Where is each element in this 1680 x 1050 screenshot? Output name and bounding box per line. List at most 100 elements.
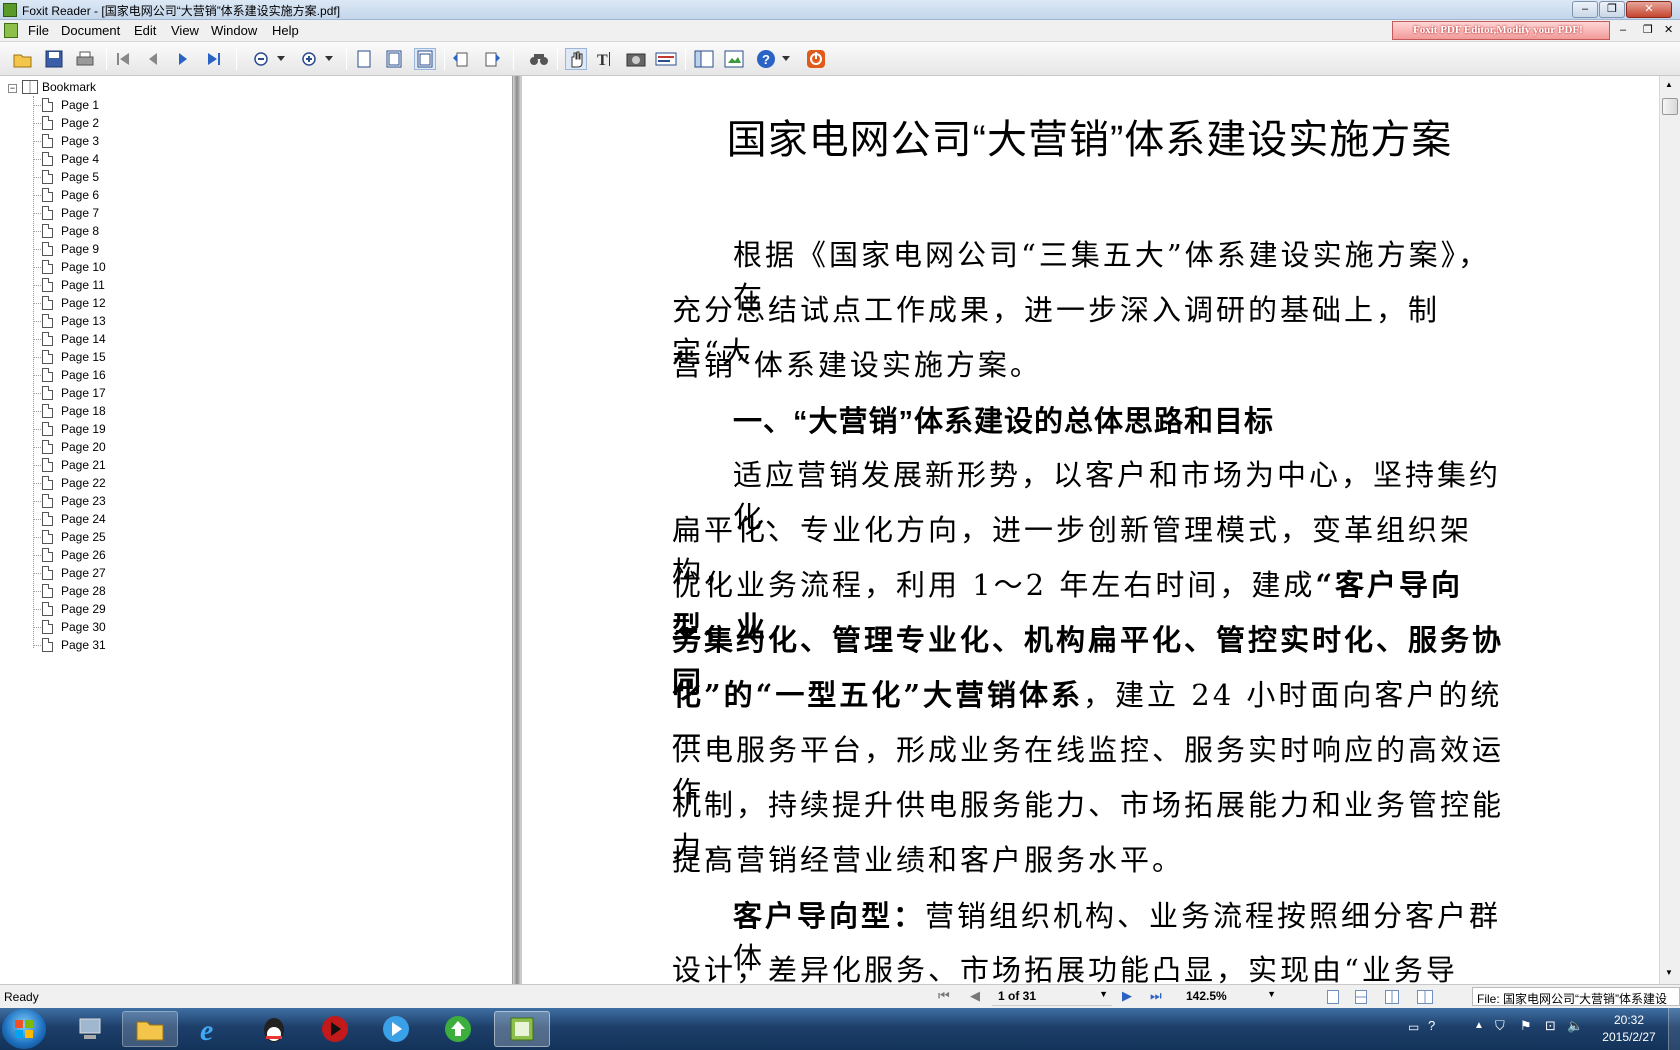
close-button[interactable]: ✕	[1626, 1, 1672, 18]
snapshot-icon[interactable]	[625, 48, 647, 70]
bookmark-item[interactable]: Page 12	[33, 294, 106, 312]
tray-lan-icon[interactable]: ⊡	[1545, 1018, 1556, 1034]
vertical-scrollbar[interactable]: ▲ ▼	[1659, 76, 1680, 984]
zoom-field[interactable]: 142.5% ▼	[1180, 987, 1280, 1006]
clock[interactable]: 20:32 2015/2/27	[1594, 1012, 1664, 1046]
bookmark-item[interactable]: Page 7	[33, 204, 99, 222]
page-number-field[interactable]: 1 of 31 ▼	[992, 987, 1112, 1006]
bookmark-item[interactable]: Page 29	[33, 600, 106, 618]
scroll-down-arrow-icon[interactable]: ▼	[1665, 968, 1673, 977]
bookmark-item[interactable]: Page 5	[33, 168, 99, 186]
print-icon[interactable]	[74, 48, 96, 70]
zoom-in-dropdown-icon[interactable]	[323, 48, 335, 70]
bookmark-item[interactable]: Page 27	[33, 564, 106, 582]
page-dropdown-icon[interactable]: ▼	[1099, 989, 1108, 999]
bookmark-item[interactable]: Page 24	[33, 510, 106, 528]
scroll-up-arrow-icon[interactable]: ▲	[1665, 80, 1673, 89]
find-icon[interactable]	[528, 48, 550, 70]
bookmark-item[interactable]: Page 3	[33, 132, 99, 150]
mdi-min-button[interactable]: ‒	[1620, 24, 1626, 36]
mdi-close-button[interactable]: ✕	[1664, 23, 1673, 36]
ad-banner[interactable]: Foxit PDF Editor,Modify your PDF!	[1392, 21, 1610, 40]
bookmark-item[interactable]: Page 25	[33, 528, 106, 546]
maximize-button[interactable]: ❐	[1599, 1, 1625, 18]
status-first-page-icon[interactable]: ⏮	[938, 988, 950, 1004]
typewriter-icon[interactable]	[655, 48, 677, 70]
status-last-page-icon[interactable]: ⏭	[1150, 988, 1162, 1004]
bookmark-item[interactable]: Page 26	[33, 546, 106, 564]
tray-help-icon[interactable]: ?	[1428, 1018, 1435, 1033]
status-prev-page-icon[interactable]: ◀	[970, 988, 980, 1004]
bookmark-item[interactable]: Page 28	[33, 582, 106, 600]
bookmark-item[interactable]: Page 19	[33, 420, 106, 438]
bookmark-item[interactable]: Page 10	[33, 258, 106, 276]
menu-view[interactable]: View	[171, 23, 199, 38]
thumbnail-icon[interactable]	[723, 48, 745, 70]
bookmark-item[interactable]: Page 13	[33, 312, 106, 330]
bookmarks-panel-icon[interactable]	[693, 48, 715, 70]
facing-view-icon[interactable]	[1385, 990, 1399, 1004]
bookmark-item[interactable]: Page 18	[33, 402, 106, 420]
bookmark-item[interactable]: Page 6	[33, 186, 99, 204]
scroll-thumb[interactable]	[1662, 98, 1678, 115]
bookmark-root[interactable]: Bookmark	[22, 80, 96, 94]
taskbar-foxit-icon[interactable]	[494, 1011, 550, 1047]
taskbar-ie-icon[interactable]: e	[184, 1011, 240, 1047]
taskbar-explorer-icon[interactable]	[122, 1011, 178, 1047]
bookmark-item[interactable]: Page 30	[33, 618, 106, 636]
next-page-icon[interactable]	[172, 48, 194, 70]
minimize-button[interactable]: ‒	[1572, 1, 1598, 18]
cont-facing-view-icon[interactable]	[1417, 990, 1433, 1004]
continuous-view-icon[interactable]	[1355, 990, 1367, 1004]
tray-expand-icon[interactable]: ▲	[1474, 1020, 1484, 1031]
bookmark-item[interactable]: Page 11	[33, 276, 105, 294]
bookmark-item[interactable]: Page 9	[33, 240, 99, 258]
rotate-right-icon[interactable]	[481, 48, 503, 70]
bookmark-item[interactable]: Page 8	[33, 222, 99, 240]
taskbar-qq-icon[interactable]	[246, 1011, 302, 1047]
start-button[interactable]	[2, 1009, 46, 1049]
bookmark-item[interactable]: Page 21	[33, 456, 106, 474]
last-page-icon[interactable]	[203, 48, 225, 70]
pane-splitter[interactable]	[513, 76, 521, 984]
single-page-icon[interactable]	[353, 48, 375, 70]
help-icon[interactable]: ?	[755, 48, 777, 70]
bookmark-item[interactable]: Page 23	[33, 492, 106, 510]
bookmark-item[interactable]: Page 1	[33, 96, 99, 114]
bookmark-item[interactable]: Page 17	[33, 384, 106, 402]
select-text-icon[interactable]: T	[595, 48, 617, 70]
menu-help[interactable]: Help	[272, 23, 299, 38]
bookmark-item[interactable]: Page 16	[33, 366, 106, 384]
menu-window[interactable]: Window	[211, 23, 257, 38]
bookmark-item[interactable]: Page 2	[33, 114, 99, 132]
zoom-in-icon[interactable]	[298, 48, 320, 70]
zoom-out-icon[interactable]	[250, 48, 272, 70]
status-next-page-icon[interactable]: ▶	[1122, 988, 1132, 1004]
bookmark-item[interactable]: Page 15	[33, 348, 106, 366]
first-page-icon[interactable]	[112, 48, 134, 70]
help-dropdown-icon[interactable]	[780, 48, 792, 70]
stop-icon[interactable]	[805, 48, 827, 70]
save-icon[interactable]	[43, 48, 65, 70]
menu-file[interactable]: File	[28, 23, 49, 38]
rotate-left-icon[interactable]	[450, 48, 472, 70]
bookmark-item[interactable]: Page 20	[33, 438, 106, 456]
menu-edit[interactable]: Edit	[134, 23, 156, 38]
tray-shield-icon[interactable]: ⛉	[1495, 1018, 1505, 1034]
tray-volume-icon[interactable]: 🔈	[1567, 1018, 1583, 1034]
bookmark-item[interactable]: Page 4	[33, 150, 99, 168]
single-view-icon[interactable]	[1327, 990, 1339, 1004]
zoom-out-dropdown-icon[interactable]	[275, 48, 287, 70]
open-icon[interactable]	[12, 48, 34, 70]
menu-document[interactable]: Document	[61, 23, 120, 38]
continuous-icon[interactable]	[383, 48, 405, 70]
bookmark-item[interactable]: Page 31	[33, 636, 106, 654]
prev-page-icon[interactable]	[142, 48, 164, 70]
tray-network-icon[interactable]: ▭	[1408, 1020, 1419, 1034]
bookmark-item[interactable]: Page 22	[33, 474, 106, 492]
mdi-restore-button[interactable]: ❐	[1643, 23, 1653, 36]
hand-icon[interactable]	[565, 48, 587, 70]
facing-icon[interactable]	[414, 48, 436, 70]
bookmark-item[interactable]: Page 14	[33, 330, 106, 348]
taskbar-computer-icon[interactable]	[62, 1011, 118, 1047]
